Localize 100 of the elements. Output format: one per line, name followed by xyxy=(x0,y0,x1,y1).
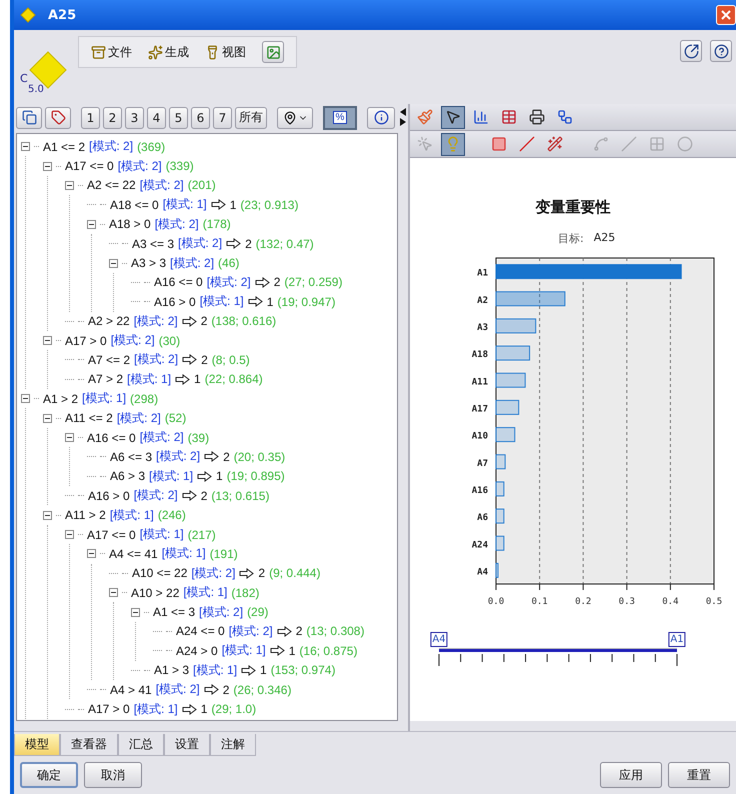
level-button[interactable]: 4 xyxy=(147,106,166,128)
collapse-toggle[interactable] xyxy=(131,608,140,617)
view-icon xyxy=(205,44,220,60)
node-condition: A24 > 0 xyxy=(176,644,218,658)
node-mode: [模式: 2] xyxy=(206,274,251,291)
node-condition: A10 > 22 xyxy=(131,586,180,600)
level-button[interactable]: 所有 xyxy=(235,106,267,128)
collapse-toggle[interactable] xyxy=(65,530,74,539)
collapse-toggle[interactable] xyxy=(109,588,118,598)
tab[interactable]: 模型 xyxy=(14,734,60,756)
node-condition: A11 > 2 xyxy=(65,508,106,522)
slider-thumb[interactable]: A4 xyxy=(430,632,448,647)
node-prediction: 1 xyxy=(266,294,274,309)
node-stats: (246) xyxy=(158,508,186,522)
node-stats: (39) xyxy=(188,430,210,445)
category-label: A24 xyxy=(472,540,488,550)
node-mode: [模式: 2] xyxy=(170,254,214,272)
collapse-right-icon[interactable] xyxy=(400,118,406,126)
collapse-toggle[interactable] xyxy=(43,336,52,346)
node-condition: A3 <= 3 xyxy=(132,236,174,251)
close-button[interactable] xyxy=(716,5,736,25)
collapse-toggle[interactable] xyxy=(43,510,52,520)
dialog-button[interactable]: 确定 xyxy=(20,762,78,788)
node-mode: [模式: 2] xyxy=(156,448,200,466)
minus-icon xyxy=(89,224,94,225)
arrow-icon xyxy=(248,296,263,308)
image-button[interactable] xyxy=(262,41,284,63)
node-condition: A6 <= 3 xyxy=(110,450,152,464)
minus-icon xyxy=(133,612,138,613)
node-mode: [模式: 1] xyxy=(183,584,228,602)
node-prediction: 2 xyxy=(296,624,302,638)
arrow-circle-icon xyxy=(684,44,698,58)
level-button[interactable]: 5 xyxy=(169,106,188,128)
collapse-toggle[interactable] xyxy=(109,258,118,268)
tab[interactable]: 设置 xyxy=(164,734,210,756)
info-button[interactable] xyxy=(367,106,395,128)
collapse-toggle[interactable] xyxy=(21,394,30,404)
collapse-toggle[interactable] xyxy=(21,142,30,152)
arrow-icon xyxy=(204,684,219,696)
node-condition: A2 > 22 xyxy=(88,314,130,328)
help-button[interactable] xyxy=(710,40,732,62)
minus-icon xyxy=(23,146,28,148)
tag-icon xyxy=(50,110,66,125)
pin-dropdown[interactable] xyxy=(277,106,313,128)
collapse-toggle[interactable] xyxy=(65,433,74,442)
node-condition: A16 <= 0 xyxy=(87,430,136,445)
node-condition: A7 > 2 xyxy=(88,372,124,386)
bar xyxy=(496,536,504,551)
menu-item[interactable]: 文件 xyxy=(91,44,132,60)
percent-toggle[interactable]: % xyxy=(323,106,357,130)
collapse-left-icon[interactable] xyxy=(400,108,406,116)
bar xyxy=(496,291,566,306)
collapse-toggle[interactable] xyxy=(43,414,52,423)
node-prediction: 2 xyxy=(245,236,252,251)
open-button[interactable] xyxy=(680,40,702,62)
minus-icon xyxy=(45,418,50,419)
copy-button[interactable] xyxy=(16,106,42,128)
category-label: A10 xyxy=(472,432,488,442)
bar xyxy=(496,318,536,334)
bar xyxy=(496,400,520,415)
level-button[interactable]: 3 xyxy=(125,106,144,128)
minus-icon xyxy=(67,534,72,535)
level-button[interactable]: 6 xyxy=(191,106,210,128)
tab[interactable]: 汇总 xyxy=(118,734,164,756)
slider-thumb[interactable]: A1 xyxy=(668,632,686,647)
level-button[interactable]: 1 xyxy=(81,106,100,128)
node-condition: A17 <= 0 xyxy=(87,528,136,542)
level-button[interactable]: 2 xyxy=(103,106,122,128)
collapse-toggle[interactable] xyxy=(65,180,74,190)
target-value: A25 xyxy=(594,231,616,246)
help-icon xyxy=(714,44,728,58)
pointer-tool[interactable] xyxy=(441,106,465,128)
node-stats: (20; 0.35) xyxy=(234,450,286,464)
range-slider[interactable]: A4 A1 xyxy=(433,630,683,654)
level-button[interactable]: 7 xyxy=(213,106,232,128)
arrow-icon xyxy=(254,276,270,288)
dialog-button[interactable]: 取消 xyxy=(84,762,142,788)
node-stats: (369) xyxy=(137,140,166,154)
collapse-toggle[interactable] xyxy=(87,220,96,229)
menu-item[interactable]: 视图 xyxy=(205,44,246,60)
node-prediction: 1 xyxy=(194,372,201,386)
tag-button[interactable] xyxy=(45,106,71,128)
node-condition: A18 <= 0 xyxy=(110,198,159,212)
arrow-icon xyxy=(270,645,285,656)
node-condition: A4 > 41 xyxy=(110,682,152,697)
node-prediction: 1 xyxy=(200,702,208,716)
dialog-button[interactable]: 应用 xyxy=(600,762,662,788)
tab[interactable]: 查看器 xyxy=(60,734,118,756)
menu-item[interactable]: 生成 xyxy=(148,44,189,60)
arrow-icon xyxy=(210,199,226,210)
node-stats: (182) xyxy=(231,586,260,600)
lightbulb-tool[interactable] xyxy=(441,132,465,156)
node-stats: (217) xyxy=(188,528,216,542)
tab[interactable]: 注解 xyxy=(210,734,256,756)
collapse-toggle[interactable] xyxy=(43,162,52,171)
product-logo: C 5.0 xyxy=(18,48,70,104)
printer-icon xyxy=(529,109,545,125)
dialog-button[interactable]: 重置 xyxy=(668,762,730,788)
collapse-toggle[interactable] xyxy=(87,549,96,558)
bar xyxy=(496,454,506,470)
